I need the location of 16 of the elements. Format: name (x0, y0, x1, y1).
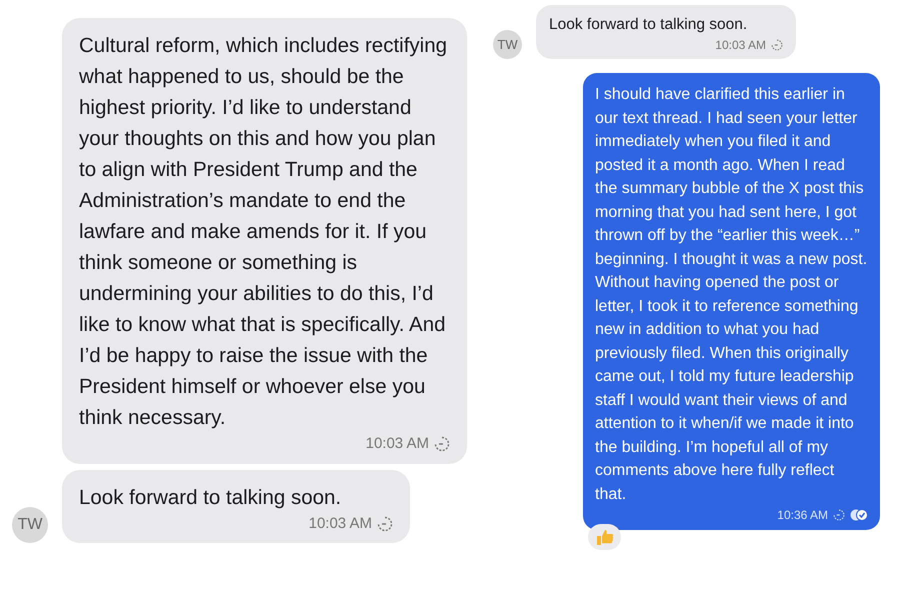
message-text: Look forward to talking soon. (549, 15, 748, 35)
clock-icon (833, 509, 845, 521)
timestamp: 10:03 AM (308, 514, 372, 534)
thumbs-up-icon (594, 528, 614, 546)
message-text: Look forward to talking soon. (79, 484, 342, 510)
timestamp: 10:03 AM (715, 37, 766, 54)
message-text: Cultural reform, which includes rectifying what happened to us, should be the highest priority. I’d like to understand your thoughts on this and how you plan to align with President Trump and the Administration’s mandate to end the lawfare and make amends for it. If you think someone or something is undermining your abilities to do this, I’d like to know what that is specifically. And I’d be happy to raise the issue with the President himself or whoever else you think necessary. (79, 33, 448, 431)
timestamp: 10:03 AM (366, 434, 429, 454)
clock-icon (377, 516, 393, 532)
timestamp: 10:36 AM (777, 507, 828, 524)
avatar[interactable]: TW (493, 30, 522, 59)
message-text: I should have clarified this earlier in our text thread. I had seen your letter immediately when you filed it and posted it a month ago. When I read the summary bubble of the X post this morning that you had sent here, I got thrown off by the “earlier this week…” beginning. I thought it was a new post. Without having opened the post or letter, I took it to reference something new in addition to what you had previously filed. When this originally came out, I told my future leadership staff I would want their views of and attention to it when/if we made it into the building. I’m hopeful all of my comments above here fully reflect that. (595, 85, 868, 504)
clock-icon (434, 436, 450, 452)
thumbs-up-reaction[interactable] (588, 524, 621, 550)
avatar[interactable]: TW (12, 507, 48, 543)
clock-icon (771, 39, 783, 51)
